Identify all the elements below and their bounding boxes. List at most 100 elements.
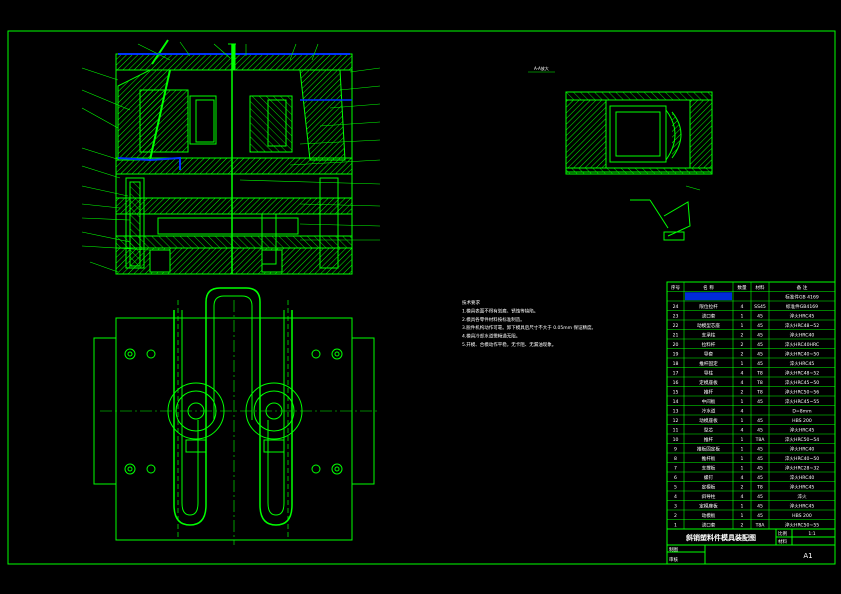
bom-cell: 17 — [673, 370, 679, 376]
bom-cell: 22 — [673, 323, 679, 329]
bom-cell: 2 — [674, 513, 677, 519]
tech-note-line: 3.脱件机构动作可靠。卸下模具后尺寸不大于 0.05mm 保证精度。 — [462, 324, 596, 331]
bom-cell: 1 — [741, 323, 744, 329]
bom-cell: 拉料杆 — [702, 341, 716, 348]
bom-cell: 1 — [741, 513, 744, 519]
bom-cell: 淬火 — [797, 493, 807, 500]
bom-cell: 推板固定板 — [697, 445, 720, 452]
bom-cell: 2 — [741, 522, 744, 528]
tech-notes-heading: 技术要求 — [462, 299, 480, 306]
bom-cell: 1 — [741, 456, 744, 462]
bom-cell: 标准件GB4169 — [786, 303, 818, 310]
bom-cell: 14 — [673, 399, 679, 405]
bom-header-cell: 备 注 — [797, 284, 808, 291]
bom-cell: T8 — [756, 484, 763, 490]
bom-cell: 16 — [673, 380, 679, 386]
bom-cell: 淬火HRC40 — [790, 474, 815, 481]
bom-cell: 2 — [741, 484, 744, 490]
bom-cell: 45 — [757, 313, 763, 319]
bom-cell: 定模座板 — [699, 502, 718, 509]
bom-cell: T8A — [755, 437, 766, 443]
bom-cell: T8 — [756, 389, 763, 395]
bom-cell: 45 — [757, 399, 763, 405]
bom-cell: 45 — [757, 513, 763, 519]
bom-cell: HBS 200 — [792, 418, 812, 424]
bom-cell: 型芯 — [704, 426, 714, 433]
bom-cell: 浇口套 — [702, 312, 716, 319]
bom-cell: 冷水道 — [702, 407, 716, 414]
bom-cell: 螺钉 — [704, 474, 714, 481]
scale-label: 比例 — [778, 530, 787, 537]
bom-cell: 1 — [741, 361, 744, 367]
bom-cell: 1 — [741, 418, 744, 424]
tech-note-line: 2.模具各零件材料按标准制造。 — [462, 316, 525, 323]
bom-cell: 1 — [741, 465, 744, 471]
bom-cell: 中间板 — [702, 398, 716, 405]
bom-cell: 导柱 — [704, 369, 714, 376]
drawing-canvas: A-A放大 技术要求1.模具表面不得有划痕、锈蚀等缺陷。 2.模具各零件材料按标准… — [0, 0, 841, 594]
bom-cell: 45 — [757, 342, 763, 348]
bom-cell: 支承柱 — [702, 331, 716, 338]
draw-label: 制图 — [669, 546, 678, 553]
bom-header-cell: 数量 — [737, 284, 747, 291]
bom-cell: T8A — [755, 522, 766, 528]
bom-cell: 淬火HRC45 — [790, 483, 815, 490]
bom-cell: 淬火HRC28~32 — [785, 464, 819, 471]
tech-note-line: 5.开模、合模动作平稳，无卡阻、无漏油现象。 — [462, 341, 556, 348]
bom-cell: 淬火HRC45 — [790, 312, 815, 319]
bom-cell: 淬火HRC45~55 — [785, 398, 819, 405]
bom-cell: 45 — [757, 332, 763, 338]
bom-cell: 淬火HRC40~50 — [785, 350, 819, 357]
bom-cell: 1 — [741, 399, 744, 405]
bom-cell: 斜导柱 — [702, 493, 716, 500]
bom-cell: 18 — [673, 361, 679, 367]
check-label: 审核 — [669, 556, 678, 563]
bom-highlight-cell — [685, 292, 732, 301]
bom-cell: HBS 200 — [792, 513, 812, 519]
bom-cell: 定模板 — [702, 483, 716, 490]
bom-cell: 淬火HRC40 — [790, 331, 815, 338]
bom-cell: 10 — [673, 437, 679, 443]
bom-cell: 定模座板 — [699, 379, 718, 386]
bom-cell: 45 — [757, 418, 763, 424]
bom-cell: 4 — [741, 408, 744, 414]
sheet-label: 材料 — [778, 538, 787, 545]
sheet-size: A1 — [803, 552, 812, 560]
ejector-retainer — [115, 197, 353, 215]
bom-header-cell: 序号 — [671, 284, 681, 291]
bom-cell: 5 — [674, 484, 677, 490]
bom-cell: 推杆 — [704, 388, 714, 395]
bom-cell: 3 — [674, 503, 677, 509]
bom-cell: 淬火HRC48~52 — [785, 322, 819, 329]
bom-cell: T8 — [756, 370, 763, 376]
bom-cell: 淬火HRC40HRC — [785, 341, 819, 348]
bom-cell: 2 — [741, 351, 744, 357]
bom-cell: 淬火HRC40~50 — [785, 455, 819, 462]
bom-cell: 2 — [741, 342, 744, 348]
bom-cell: 45 — [757, 503, 763, 509]
bom-cell: 淬火HRC45~50 — [785, 379, 819, 386]
bom-cell: 4 — [741, 427, 744, 433]
bom-cell: 45 — [757, 361, 763, 367]
bom-cell: 45 — [757, 475, 763, 481]
bom-cell: 24 — [673, 304, 679, 310]
bom-cell: 导套 — [704, 350, 714, 357]
bom-cell: D=8mm — [792, 408, 812, 414]
bom-cell: 2 — [741, 332, 744, 338]
bom-cell: 淬火HRC50~54 — [785, 436, 819, 443]
bom-cell: 45 — [757, 351, 763, 357]
bom-cell: 1 — [741, 446, 744, 452]
bom-cell: 12 — [673, 418, 679, 424]
bom-header-cell: 名 称 — [703, 284, 714, 291]
bom-cell: 45 — [757, 465, 763, 471]
bom-cell: 2 — [741, 389, 744, 395]
bom-cell: 支撑板 — [702, 464, 716, 471]
drawing-title: 斜销塑料件模具装配图 — [685, 533, 756, 542]
bom-cell: T8 — [756, 380, 763, 386]
bom-cell: 1 — [741, 313, 744, 319]
bom-cell: 限位拉杆 — [699, 303, 718, 310]
bom-cell: 7 — [674, 465, 677, 471]
bom-cell: 动模型芯座 — [697, 322, 720, 329]
bom-cell: 标准件GB 4169 — [785, 293, 819, 300]
bom-cell: 推杆板 — [702, 455, 716, 462]
